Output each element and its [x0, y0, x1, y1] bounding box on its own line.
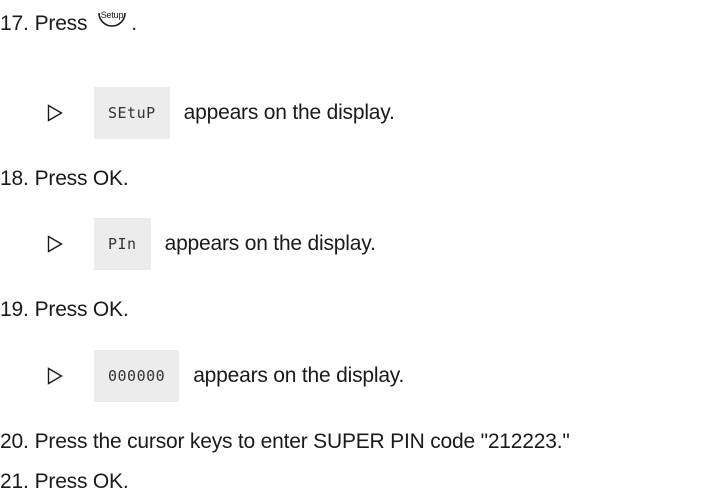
step-number: 18. [0, 167, 29, 190]
result-text: appears on the display. [183, 101, 395, 124]
step-20: 20. Press the cursor keys to enter SUPER … [0, 430, 570, 454]
step-number: 19. [0, 298, 29, 321]
display-readout: SEtuP [94, 87, 170, 139]
step-text: Press OK. [34, 298, 129, 321]
result-pin: PIn appears on the display. [47, 218, 376, 270]
triangle-right-icon [47, 104, 63, 122]
step-text: Press OK. [34, 167, 129, 190]
result-setup: SEtuP appears on the display. [47, 87, 395, 139]
step-text: Press [34, 12, 88, 35]
step-number: 21. [0, 470, 29, 493]
step-19: 19. Press OK. [0, 298, 129, 322]
step-text: Press OK. [34, 470, 129, 493]
result-pin-entry: 000000 appears on the display. [47, 350, 404, 402]
display-readout: 000000 [94, 350, 180, 402]
step-text: Press the cursor keys to enter SUPER PIN… [34, 430, 570, 453]
step-number: 17. [0, 12, 29, 35]
setup-button-icon: Setup [98, 10, 127, 27]
step-number: 20. [0, 430, 29, 453]
step-18: 18. Press OK. [0, 167, 129, 191]
triangle-right-icon [47, 235, 63, 253]
step-21: 21. Press OK. [0, 470, 129, 494]
result-text: appears on the display. [193, 364, 405, 387]
setup-icon-label: Setup [101, 10, 124, 20]
step-17: 17. Press Setup . [0, 4, 137, 36]
triangle-right-icon [47, 367, 63, 385]
step-text-end: . [131, 12, 137, 35]
result-text: appears on the display. [164, 232, 376, 255]
display-readout: PIn [94, 218, 151, 270]
